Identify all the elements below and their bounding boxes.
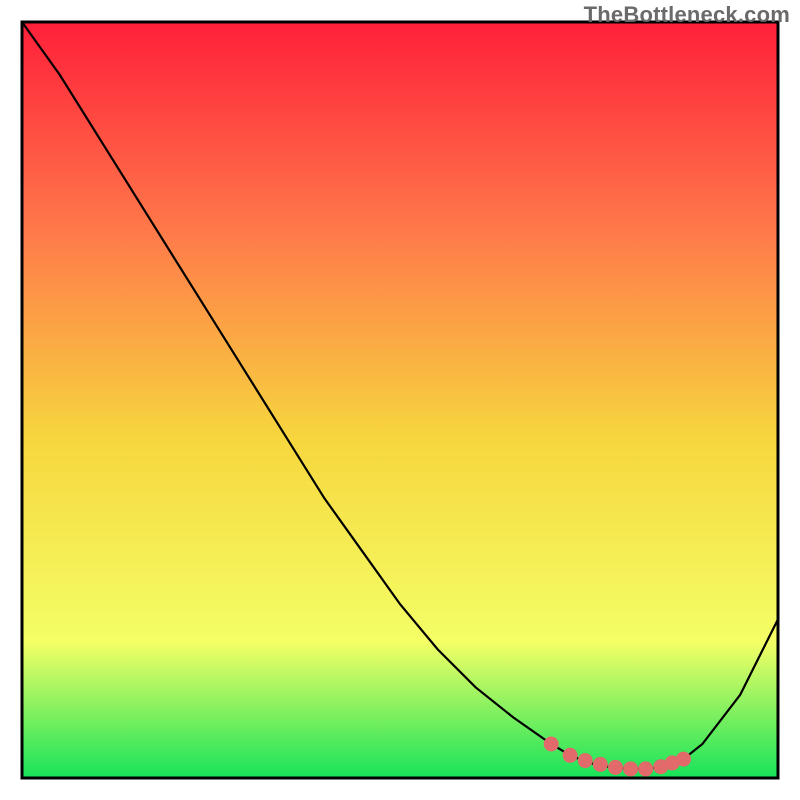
bottleneck-chart	[0, 0, 800, 800]
highlight-dot	[623, 761, 638, 776]
highlight-dot	[578, 753, 593, 768]
highlight-dot	[593, 757, 608, 772]
highlight-dot	[608, 760, 623, 775]
highlight-dot	[638, 761, 653, 776]
highlight-dot	[676, 752, 691, 767]
chart-stage: TheBottleneck.com	[0, 0, 800, 800]
highlight-dot	[563, 748, 578, 763]
highlight-dot	[544, 737, 559, 752]
watermark-text: TheBottleneck.com	[584, 2, 790, 28]
plot-background	[22, 22, 778, 778]
